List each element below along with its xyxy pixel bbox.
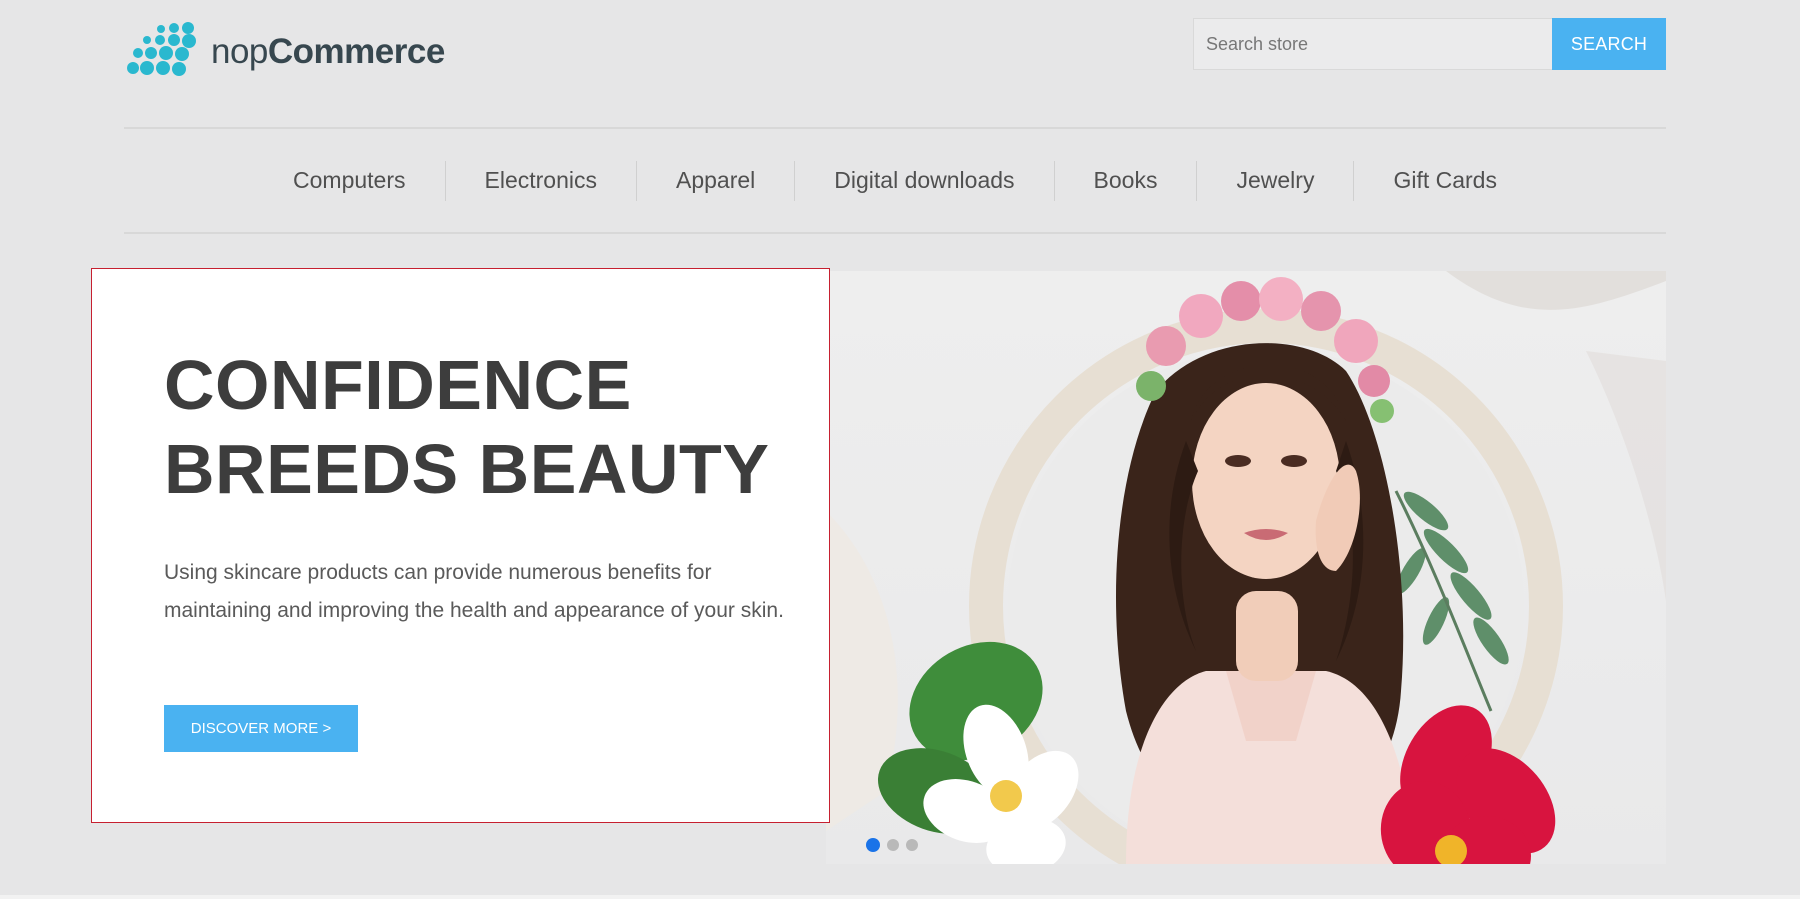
nav-item-electronics[interactable]: Electronics <box>446 167 636 194</box>
nav-item-jewelry[interactable]: Jewelry <box>1197 167 1353 194</box>
search-button[interactable]: SEARCH <box>1552 18 1666 70</box>
nav-item-apparel[interactable]: Apparel <box>637 167 794 194</box>
search-input[interactable] <box>1193 18 1552 70</box>
search-box: SEARCH <box>1193 18 1666 70</box>
dot-grid-logo-icon <box>127 22 196 76</box>
slider-headline-line-1: CONFIDENCE <box>164 346 632 424</box>
site-logo[interactable]: nopCommerce <box>127 22 445 80</box>
slider-description: Using skincare products can provide nume… <box>164 561 784 622</box>
slider-promo-card: CONFIDENCE BREEDS BEAUTY Using skincare … <box>91 268 830 823</box>
logo-wordmark: nopCommerce <box>211 34 445 69</box>
slider-headline-line-2: BREEDS BEAUTY <box>164 430 770 508</box>
discover-more-button[interactable]: DISCOVER MORE > <box>164 705 358 752</box>
nav-item-digital-downloads[interactable]: Digital downloads <box>795 167 1053 194</box>
nav-item-books[interactable]: Books <box>1055 167 1197 194</box>
slider-dot-2[interactable] <box>887 839 899 851</box>
slider-dot-1[interactable] <box>866 838 880 852</box>
woman-with-flower-crown-image[interactable] <box>826 271 1666 864</box>
page-bottom-strip <box>0 895 1800 899</box>
banner-illustration <box>826 271 1666 864</box>
slider-headline: CONFIDENCE BREEDS BEAUTY <box>164 343 814 511</box>
top-menu: Computers Electronics Apparel Digital do… <box>124 127 1666 234</box>
logo-prefix: nop <box>211 31 268 71</box>
logo-name: Commerce <box>267 31 445 71</box>
slider-dot-3[interactable] <box>906 839 918 851</box>
nav-item-computers[interactable]: Computers <box>254 167 444 194</box>
nav-item-gift-cards[interactable]: Gift Cards <box>1354 167 1536 194</box>
slider-pagination <box>866 838 918 852</box>
